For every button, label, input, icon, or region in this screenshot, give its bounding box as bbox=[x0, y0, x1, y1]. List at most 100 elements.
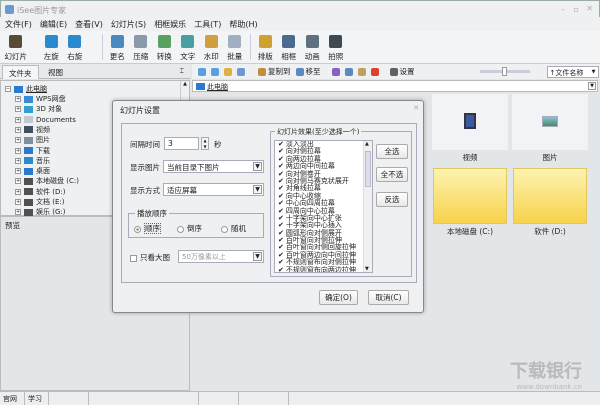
invert-selection-button[interactable]: 反选 bbox=[376, 192, 408, 207]
interval-input[interactable]: 3 bbox=[164, 137, 199, 150]
item-video[interactable] bbox=[432, 94, 508, 150]
toolbar-rotate-right-button[interactable]: 右旋 bbox=[63, 31, 87, 63]
settings-button[interactable]: 设置 bbox=[389, 66, 415, 77]
toolbar-animation-button[interactable]: 动画 bbox=[301, 31, 325, 63]
tree-item[interactable]: + 软件 (D:) bbox=[15, 187, 65, 197]
item-pictures[interactable] bbox=[512, 94, 588, 150]
paste-button[interactable] bbox=[357, 67, 366, 76]
expand-icon[interactable]: + bbox=[15, 116, 21, 123]
scroll-down-icon[interactable]: ▼ bbox=[365, 266, 369, 272]
slider-knob[interactable] bbox=[502, 67, 507, 76]
toolbar-watermark-button[interactable]: 水印 bbox=[200, 31, 224, 63]
display-mode-select[interactable]: 适应屏幕 ▼ bbox=[163, 183, 264, 196]
tab-view[interactable]: 视图 bbox=[42, 65, 69, 79]
menu-item[interactable]: 帮助(H) bbox=[229, 19, 257, 30]
slideshow-settings-dialog: 幻灯片设置 ✕ 间隔时间 3 ▲ ▼ 秒 显示图片 当前目录下图片 ▼ 显示方式 适… bbox=[112, 100, 424, 313]
select-none-button[interactable]: 全不选 bbox=[376, 167, 408, 182]
expand-icon[interactable]: + bbox=[15, 209, 21, 216]
show-pictures-select[interactable]: 当前目录下图片 ▼ bbox=[163, 160, 264, 173]
menu-item[interactable]: 查看(V) bbox=[75, 19, 103, 30]
select-all-button[interactable]: 全选 bbox=[376, 144, 408, 159]
order-sequential-radio[interactable]: 顺序 bbox=[134, 223, 161, 234]
cancel-button[interactable]: 取消(C) bbox=[368, 290, 409, 305]
address-bar[interactable]: 此电脑 ▼ bbox=[192, 80, 598, 92]
tree-item[interactable]: + 桌面 bbox=[15, 166, 50, 176]
toolbar-compress-button[interactable]: 压缩 bbox=[129, 31, 153, 63]
collapse-icon[interactable]: − bbox=[5, 86, 11, 92]
expand-icon[interactable]: + bbox=[15, 126, 21, 133]
tree-item[interactable]: + 图片 bbox=[15, 135, 50, 145]
tree-item[interactable]: + Documents bbox=[15, 115, 76, 125]
menu-item[interactable]: 相框娱乐 bbox=[154, 19, 186, 30]
expand-icon[interactable]: + bbox=[15, 178, 21, 185]
interval-spinner[interactable]: ▲ ▼ bbox=[201, 137, 209, 150]
tree-item[interactable]: + 本地磁盘 (C:) bbox=[15, 176, 79, 186]
minimize-icon[interactable]: – bbox=[561, 5, 565, 14]
large-only-checkbox[interactable]: 只看大图 bbox=[130, 252, 170, 263]
watermark-url: www.downbank.cn bbox=[516, 383, 582, 391]
expand-icon[interactable]: + bbox=[15, 157, 21, 164]
back-button[interactable] bbox=[198, 67, 206, 76]
sort-select[interactable]: ↑文件名称 ▼ bbox=[546, 65, 599, 78]
expand-icon[interactable]: + bbox=[15, 147, 21, 154]
folder-drive-d[interactable] bbox=[513, 168, 587, 224]
refresh-button[interactable] bbox=[237, 67, 245, 76]
menu-item[interactable]: 工具(T) bbox=[194, 19, 221, 30]
effect-item[interactable]: ✔ 不规则窗布向两边拉伸 bbox=[278, 266, 372, 272]
toolbar-label: 相框 bbox=[281, 52, 297, 61]
toolbar-batch-button[interactable]: 批量 bbox=[223, 31, 247, 63]
expand-icon[interactable]: + bbox=[15, 96, 21, 102]
toolbar-label: 右旋 bbox=[67, 52, 83, 61]
copy-to-button[interactable]: 复制到 bbox=[258, 66, 291, 77]
tree-root-this-pc[interactable]: − 此电脑 bbox=[5, 84, 47, 94]
toolbar-rotate-left-button[interactable]: 左旋 bbox=[40, 31, 64, 63]
toolbar-layout-button[interactable]: 排版 bbox=[254, 31, 278, 63]
status-official-site[interactable]: 官网 bbox=[0, 392, 25, 405]
status-learn[interactable]: 学习 bbox=[25, 392, 49, 405]
expand-icon[interactable]: + bbox=[15, 188, 21, 195]
drive-icon bbox=[24, 208, 33, 216]
toolbar-text-button[interactable]: 文字 bbox=[176, 31, 200, 63]
effects-list[interactable]: ✔ 淡入淡出 ✔ 向对侧拉幕 ✔ 向两边拉幕 ✔ 两边向中间拉幕 ✔ 向对侧卷开 ✔ 向对侧马赛克状展… bbox=[274, 140, 373, 273]
toolbar-convert-button[interactable]: 转换 bbox=[153, 31, 177, 63]
toolbar-frame-button[interactable]: 相框 bbox=[277, 31, 301, 63]
tree-item[interactable]: + 文档 (E:) bbox=[15, 197, 64, 207]
thumbnail-size-slider[interactable] bbox=[479, 67, 530, 76]
scroll-up-icon[interactable]: ▲ bbox=[365, 141, 369, 147]
tree-item[interactable]: + 下载 bbox=[15, 146, 50, 156]
toolbar-camera-button[interactable]: 拍照 bbox=[324, 31, 348, 63]
close-icon[interactable]: ✕ bbox=[586, 4, 593, 13]
toolbar-slideshow-button[interactable]: 幻灯片 bbox=[4, 31, 28, 63]
menu-item[interactable]: 幻灯片(S) bbox=[111, 19, 146, 30]
expand-icon[interactable]: + bbox=[15, 199, 21, 205]
dialog-close-icon[interactable]: ✕ bbox=[413, 104, 419, 112]
forward-button[interactable] bbox=[211, 67, 219, 76]
scroll-thumb[interactable] bbox=[365, 151, 371, 187]
address-dropdown-icon[interactable]: ▼ bbox=[588, 82, 596, 90]
move-to-button[interactable]: 移至 bbox=[295, 66, 321, 77]
up-folder-button[interactable] bbox=[224, 67, 232, 76]
expand-icon[interactable]: + bbox=[15, 168, 21, 175]
tree-item[interactable]: + 音乐 bbox=[15, 156, 50, 166]
toolbar-rename-button[interactable]: 更名 bbox=[106, 31, 130, 63]
menu-item[interactable]: 编辑(E) bbox=[40, 19, 67, 30]
menu-item[interactable]: 文件(F) bbox=[5, 19, 32, 30]
cut-button[interactable] bbox=[331, 67, 340, 76]
tree-item[interactable]: + 视频 bbox=[15, 125, 50, 135]
computer-icon bbox=[196, 83, 205, 90]
pin-icon[interactable]: ⌶ bbox=[180, 67, 184, 76]
maximize-icon[interactable]: ▫ bbox=[574, 5, 579, 14]
tree-item[interactable]: + WPS网盘 bbox=[15, 94, 66, 104]
order-reverse-radio[interactable]: 倒序 bbox=[177, 223, 202, 234]
copy-button[interactable] bbox=[344, 67, 353, 76]
tree-item[interactable]: +3D 对象 bbox=[15, 104, 62, 114]
large-only-select[interactable]: 50万像素以上 ▼ bbox=[178, 250, 264, 263]
tab-folders[interactable]: 文件夹 bbox=[2, 65, 39, 79]
order-random-radio[interactable]: 随机 bbox=[221, 223, 246, 234]
delete-button[interactable] bbox=[370, 67, 379, 76]
ok-button[interactable]: 确定(O) bbox=[319, 290, 358, 305]
folder-drive-c[interactable] bbox=[433, 168, 507, 224]
expand-icon[interactable]: + bbox=[15, 137, 21, 144]
effects-scrollbar[interactable]: ▲ ▼ bbox=[363, 141, 372, 272]
expand-icon[interactable]: + bbox=[15, 106, 21, 113]
